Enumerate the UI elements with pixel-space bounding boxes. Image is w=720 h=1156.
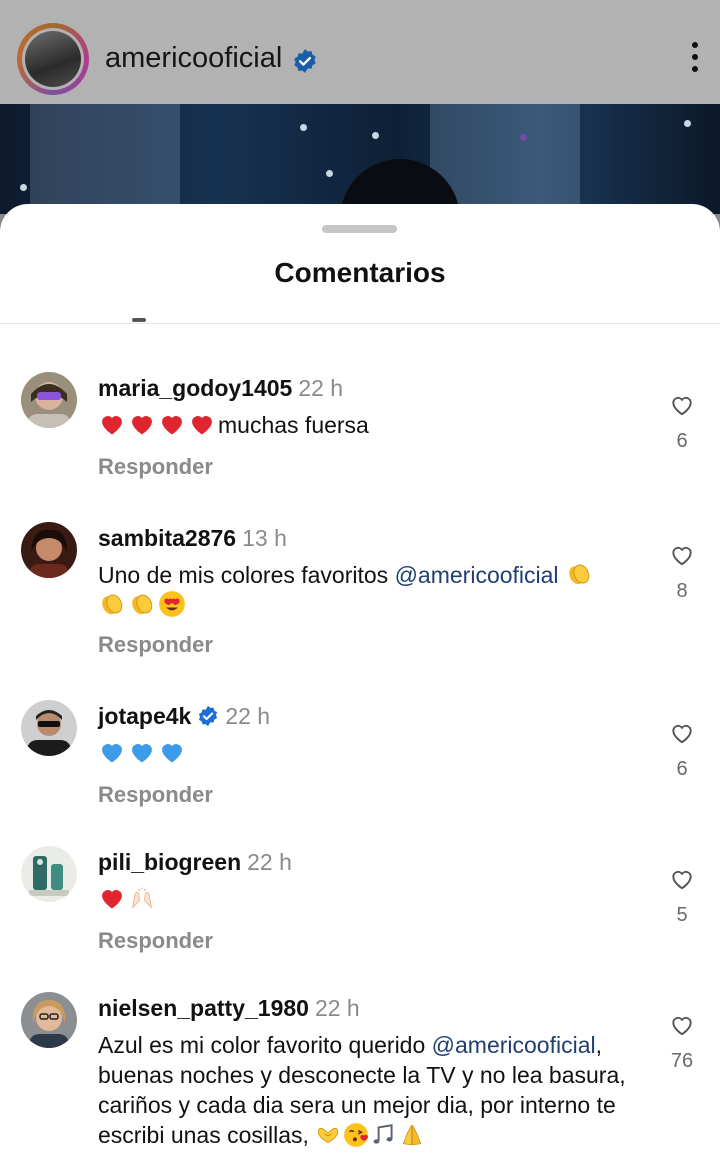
like-count: 5	[676, 904, 688, 926]
comment-text: muchas fuersa	[98, 410, 658, 440]
heart-hands-icon	[318, 1127, 339, 1144]
comment-username[interactable]: nielsen_patty_1980	[98, 995, 309, 1021]
comment-body: Uno de mis colores favoritos	[98, 562, 395, 588]
verified-badge-icon	[199, 705, 218, 727]
heart-outline-icon[interactable]	[668, 392, 696, 418]
blue-heart-icon	[102, 744, 122, 763]
comment-username[interactable]: pili_biogreen	[98, 849, 241, 875]
comment-text	[98, 884, 658, 914]
heart-outline-icon[interactable]	[668, 720, 696, 746]
red-heart-icon	[102, 416, 122, 435]
divider	[0, 323, 720, 324]
comment-header: sambita2876 13 h	[98, 525, 287, 552]
sheet-title: Comentarios	[274, 257, 446, 288]
mention-link[interactable]: @americooficial	[432, 1032, 596, 1058]
red-heart-icon	[102, 890, 122, 909]
previous-comment-edge	[132, 318, 146, 322]
comment-time: 22 h	[298, 375, 344, 401]
heart-outline-icon[interactable]	[668, 866, 696, 892]
post-author-avatar[interactable]	[22, 28, 84, 90]
clapping-hands-icon	[569, 564, 590, 585]
like-count: 6	[676, 758, 688, 780]
comment-text	[98, 738, 658, 768]
reply-button[interactable]: Responder	[98, 454, 213, 480]
avatar[interactable]	[21, 846, 77, 902]
avatar[interactable]	[21, 992, 77, 1048]
comment-text: Azul es mi color favorito querido @ameri…	[98, 1030, 648, 1150]
comment-username[interactable]: sambita2876	[98, 525, 236, 551]
kissing-face-icon	[344, 1123, 369, 1147]
more-vertical-icon[interactable]	[684, 42, 706, 76]
comment-body: Azul es mi color favorito querido	[98, 1032, 432, 1058]
reply-button[interactable]: Responder	[98, 782, 213, 808]
blue-heart-icon	[162, 744, 182, 763]
heart-outline-icon[interactable]	[668, 542, 696, 568]
comment-username[interactable]: maria_godoy1405	[98, 375, 292, 401]
heart-eyes-icon	[159, 591, 185, 617]
raising-hands-icon	[131, 887, 153, 909]
comment-time: 22 h	[247, 849, 292, 875]
avatar[interactable]	[21, 700, 77, 756]
red-heart-icon	[132, 416, 152, 435]
red-heart-icon	[192, 416, 212, 435]
musical-notes-icon	[373, 1124, 393, 1144]
comment-body: muchas fuersa	[218, 412, 369, 438]
comments-sheet: Comentarios maria_godoy1405 22 h muchas f…	[0, 204, 720, 1156]
clapping-hands-icon	[132, 594, 153, 615]
blue-heart-icon	[132, 744, 152, 763]
post-image	[0, 104, 720, 214]
comment-header: pili_biogreen 22 h	[98, 849, 292, 876]
avatar[interactable]	[21, 372, 77, 428]
folded-hands-icon	[403, 1125, 422, 1146]
comment-time: 13 h	[242, 525, 287, 551]
drag-handle[interactable]	[322, 225, 397, 233]
mention-link[interactable]: @americooficial	[395, 562, 559, 588]
clapping-hands-icon	[102, 594, 123, 615]
like-count: 8	[676, 580, 688, 602]
comment-header: nielsen_patty_1980 22 h	[98, 995, 360, 1022]
like-count: 6	[676, 430, 688, 452]
verified-badge-icon	[294, 49, 316, 73]
comment-time: 22 h	[314, 995, 360, 1021]
red-heart-icon	[162, 416, 182, 435]
heart-outline-icon[interactable]	[668, 1012, 696, 1038]
comment-username[interactable]: jotape4k	[98, 703, 191, 729]
post-author-username[interactable]: americooficial	[105, 42, 282, 75]
comment-header: maria_godoy1405 22 h	[98, 375, 343, 402]
reply-button[interactable]: Responder	[98, 632, 213, 658]
reply-button[interactable]: Responder	[98, 928, 213, 954]
avatar[interactable]	[21, 522, 77, 578]
comment-time: 22 h	[225, 703, 271, 729]
comment-header: jotape4k 22 h	[98, 703, 270, 730]
like-count: 76	[670, 1050, 694, 1072]
comment-text: Uno de mis colores favoritos @americoofi…	[98, 560, 658, 620]
